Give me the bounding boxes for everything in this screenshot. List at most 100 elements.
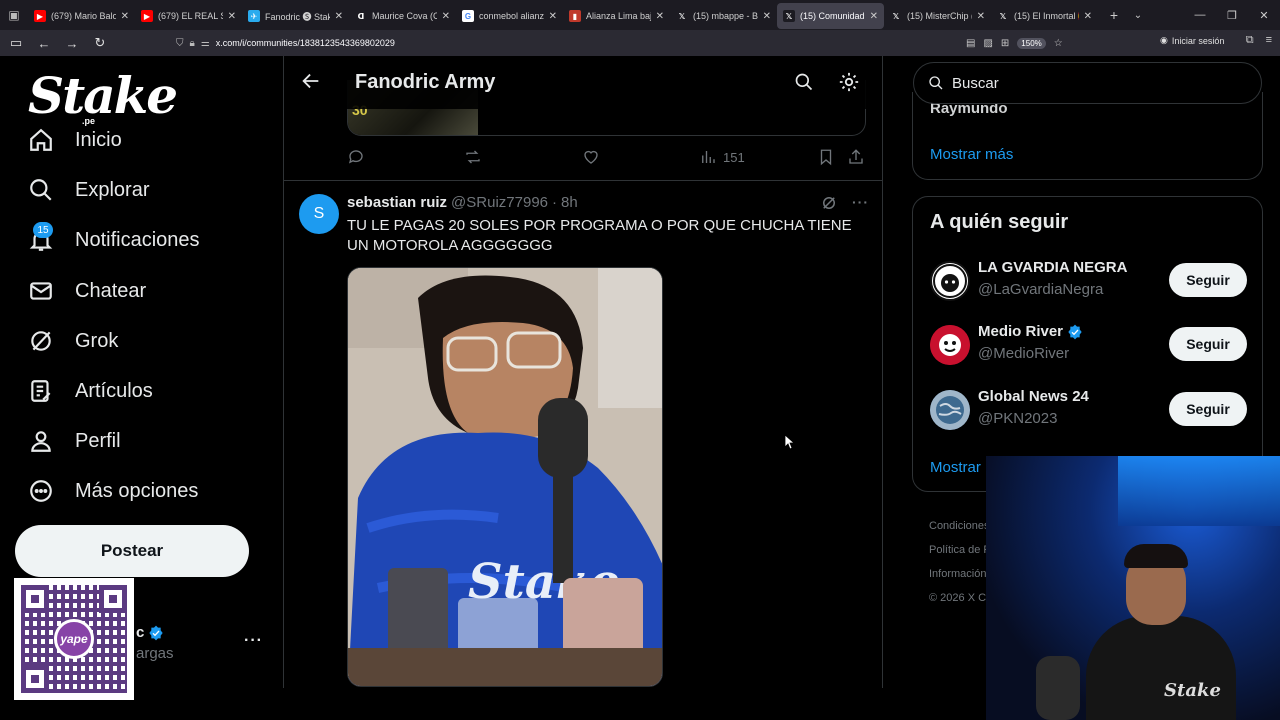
sidebar-item-label: Chatear (75, 279, 147, 302)
post-button[interactable]: Postear (15, 525, 249, 577)
reply-button[interactable] (347, 148, 365, 166)
tweet-video[interactable]: Stake (347, 267, 663, 687)
browser-tab[interactable]: 𝕏 (15) El Inmortal 🇪🇸 c ✕ (991, 3, 1098, 29)
verified-badge-icon (149, 625, 164, 640)
mail-icon (30, 282, 52, 300)
back-arrow-icon[interactable] (300, 70, 322, 92)
search-icon[interactable] (794, 72, 814, 92)
follow-suggestion[interactable]: Global News 24 @PKN2023 Seguir (930, 388, 1250, 432)
author-handle[interactable]: @SRuiz77996 (451, 194, 548, 211)
globe-icon (930, 390, 970, 430)
share-button[interactable] (847, 148, 865, 166)
sidebar-item-perfil[interactable]: Perfil (28, 421, 121, 461)
account-switcher[interactable]: c argas (136, 624, 174, 662)
verified-badge-icon (1068, 324, 1082, 339)
sidebar-item-notificaciones[interactable]: Notificaciones (28, 220, 200, 260)
more-options-icon[interactable]: ··· (852, 194, 869, 212)
new-tab-button[interactable]: + (1102, 7, 1126, 23)
tab-close-icon[interactable]: ✕ (870, 11, 878, 22)
tab-list-icon[interactable]: ▣ (0, 0, 28, 30)
sidebar-item-inicio[interactable]: Inicio (28, 120, 122, 160)
sidebar-item-explorar[interactable]: Explorar (28, 170, 149, 210)
tab-close-icon[interactable]: ✕ (121, 11, 129, 22)
reader-view-icon[interactable]: ▤ (966, 38, 975, 49)
grok-icon[interactable] (820, 194, 838, 212)
footer-link-terms[interactable]: Condiciones de Servicio (929, 514, 989, 538)
streamer-body (1086, 616, 1236, 720)
tweet-text: TU LE PAGAS 20 SOLES POR PROGRAMA O POR … (347, 217, 852, 254)
reload-button[interactable]: ↻ (88, 31, 112, 55)
back-button[interactable]: ← (32, 31, 56, 55)
browser-tab[interactable]: ᗡ Maurice Cova (Cara ✕ (349, 3, 456, 29)
author-name[interactable]: sebastian ruiz (347, 194, 447, 211)
browser-tab[interactable]: ▶ (679) Mario Balotelli ✕ (28, 3, 135, 29)
close-window-button[interactable]: ✕ (1248, 0, 1280, 30)
account-more-icon[interactable]: ··· (244, 632, 263, 650)
sidebar-item-grok[interactable]: Grok (28, 321, 118, 361)
forward-button[interactable]: → (60, 31, 84, 55)
account-icon: ◉ (1160, 35, 1168, 45)
browser-tab[interactable]: ▮ Alianza Lima bajo la ✕ (563, 3, 670, 29)
repost-button[interactable] (464, 148, 482, 166)
bookmark-star-icon[interactable]: ☆ (1054, 38, 1063, 49)
tab-close-icon[interactable]: ✕ (228, 11, 236, 22)
tweet-header: sebastian ruiz @SRuiz77996 · 8h (347, 194, 578, 211)
post-time[interactable]: 8h (561, 194, 578, 211)
reply-icon (348, 150, 363, 164)
search-bar[interactable] (913, 62, 1262, 104)
tab-close-icon[interactable]: ✕ (335, 11, 343, 22)
sign-in-button[interactable]: ◉ Iniciar sesión (1160, 35, 1224, 46)
browser-tab[interactable]: Gconmebol alianza li ✕ (456, 3, 563, 29)
tab-close-icon[interactable]: ✕ (977, 11, 985, 22)
share-icon (849, 149, 863, 164)
tab-title: (679) Mario Balotelli (51, 11, 116, 21)
sidebar-item-articulos[interactable]: Artículos (28, 371, 153, 411)
footer-links: Condiciones de Servicio Política de Priv… (929, 514, 989, 610)
like-button[interactable] (582, 148, 600, 166)
tab-overflow-chevron-icon[interactable]: ⌄ (1126, 10, 1150, 21)
minimize-button[interactable]: — (1184, 0, 1216, 30)
follow-button[interactable]: Seguir (1169, 327, 1247, 361)
save-icon[interactable]: ⊞ (1001, 38, 1009, 49)
show-more-link[interactable]: Mostrar más (930, 146, 1013, 163)
follow-button[interactable]: Seguir (1169, 263, 1247, 297)
tab-favicon-icon: G (462, 10, 474, 22)
dot-separator: · (552, 194, 557, 211)
gear-icon[interactable] (838, 71, 860, 93)
tab-close-icon[interactable]: ✕ (1084, 11, 1092, 22)
avatar[interactable]: S (299, 194, 339, 234)
extensions-icon[interactable]: ⧉ (1246, 34, 1254, 47)
repost-icon (466, 150, 480, 164)
tab-close-icon[interactable]: ✕ (763, 11, 771, 22)
tab-close-icon[interactable]: ✕ (549, 11, 557, 22)
follow-button[interactable]: Seguir (1169, 392, 1247, 426)
zoom-level[interactable]: 150% (1017, 37, 1046, 49)
qr-code: yape (21, 585, 127, 693)
footer-link-ads-info[interactable]: Información de anuncios (929, 562, 989, 586)
url-bar[interactable]: ⛉ 🔒︎ ⚌ x.com/i/communities/1838123543369… (176, 33, 1076, 53)
qr-finder (21, 585, 49, 613)
search-input[interactable] (952, 74, 1232, 92)
tab-close-icon[interactable]: ✕ (442, 11, 450, 22)
menu-icon[interactable]: ≡ (1266, 34, 1272, 47)
follow-suggestion[interactable]: Medio River @MedioRiver Seguir (930, 323, 1250, 367)
browser-tab[interactable]: ✈ Fanodric 🅢 Stake ✕ (242, 3, 349, 29)
sidebar-item-mas-opciones[interactable]: Más opciones (28, 471, 198, 511)
who-to-follow-card: A quién seguir LA GVARDIA NEGRA @LaGvard… (912, 196, 1263, 492)
avatar (930, 261, 970, 301)
maximize-button[interactable]: ❐ (1216, 0, 1248, 30)
browser-tab[interactable]: 𝕏 (15) Comunidad Fa ✕ (777, 3, 884, 29)
follow-suggestion[interactable]: LA GVARDIA NEGRA @LaGvardiaNegra Seguir (930, 259, 1250, 303)
sidebar-toggle-icon[interactable]: ▭ (4, 31, 28, 55)
footer-link-privacy[interactable]: Política de Privacidad (929, 538, 989, 562)
picture-icon[interactable]: ▨ (983, 38, 992, 49)
tab-close-icon[interactable]: ✕ (656, 11, 664, 22)
views-button[interactable]: 151 (699, 148, 745, 166)
browser-tab[interactable]: 𝕏 (15) mbappe - Busc ✕ (670, 3, 777, 29)
bookmark-button[interactable] (817, 148, 835, 166)
follow-name-text: LA GVARDIA NEGRA (978, 259, 1128, 276)
sidebar-item-chatear[interactable]: Chatear (28, 271, 146, 311)
browser-tab[interactable]: 𝕏 (15) MisterChip (Ale ✕ (884, 3, 991, 29)
browser-tab-bar: ▣ ▶ (679) Mario Balotelli ✕ ▶ (679) EL REAL … (0, 0, 1280, 30)
browser-tab[interactable]: ▶ (679) EL REAL SE CO ✕ (135, 3, 242, 29)
